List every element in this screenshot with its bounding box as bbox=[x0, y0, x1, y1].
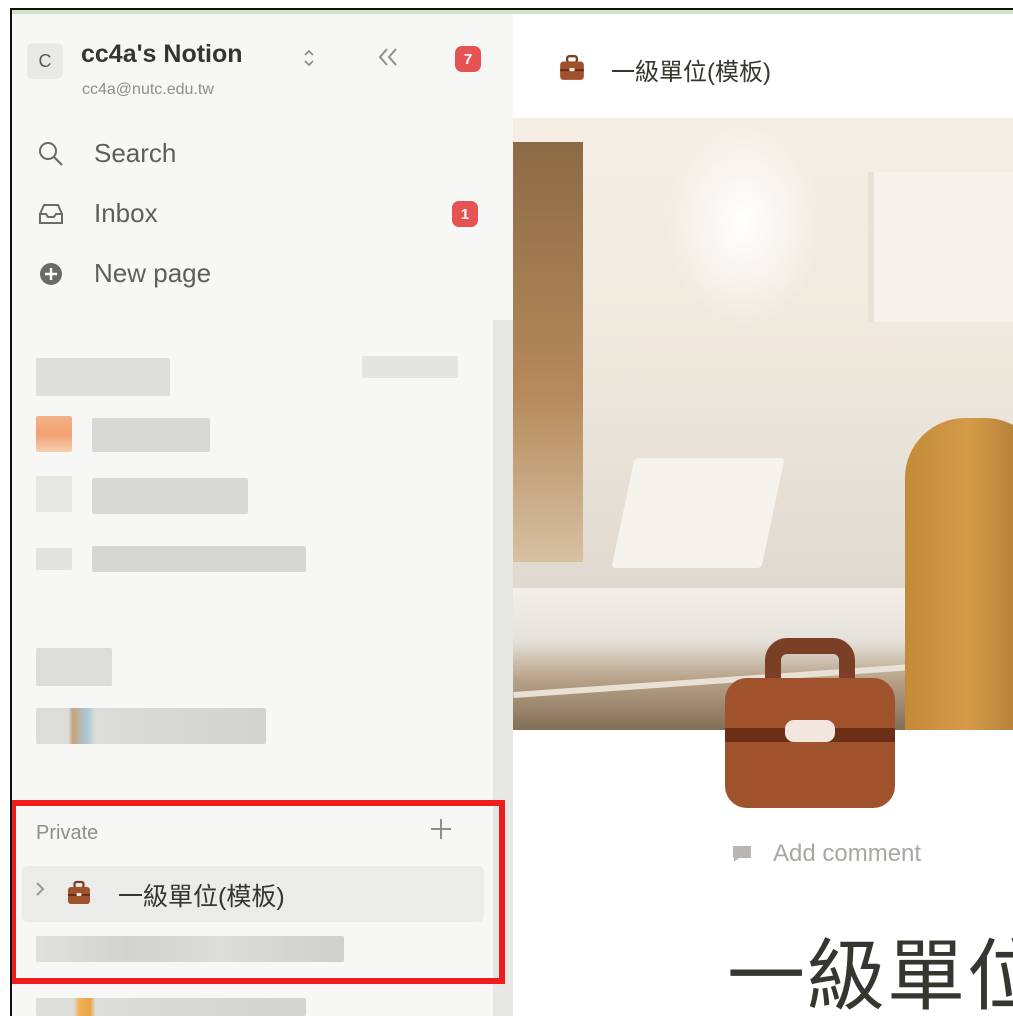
window-frame bbox=[10, 8, 1013, 1016]
